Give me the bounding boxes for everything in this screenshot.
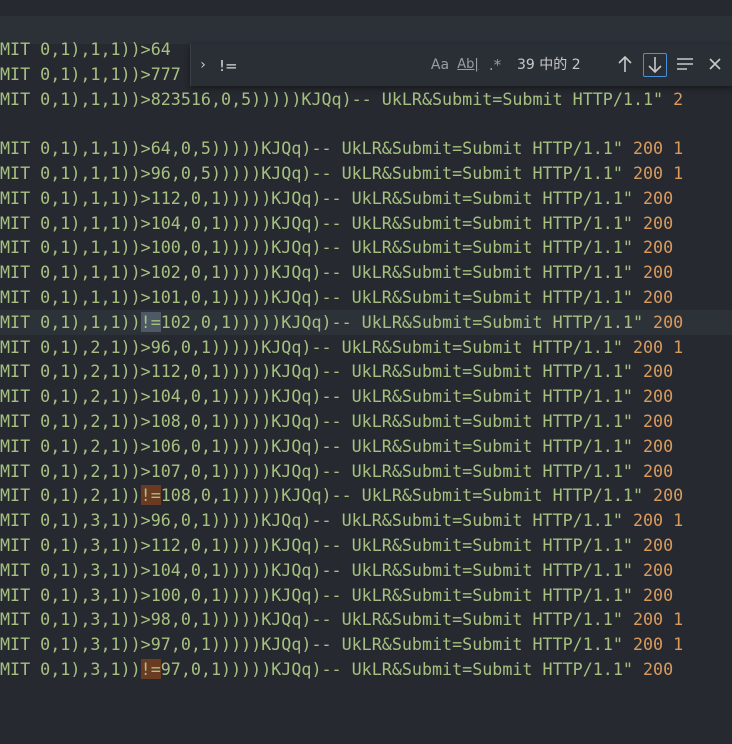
code-line: MIT 0,1),2,1))!=108,0,1)))))KJQq)-- UkLR… <box>0 483 683 508</box>
code-line: MIT 0,1),2,1))>96,0,1)))))KJQq)-- UkLR&S… <box>0 335 683 360</box>
search-match: != <box>140 311 161 332</box>
match-count: 39 中的 2 <box>517 57 581 73</box>
code-line: MIT 0,1),3,1))>98,0,1)))))KJQq)-- UkLR&S… <box>0 607 683 632</box>
chevron-right-icon[interactable]: › <box>195 54 211 76</box>
line-text: MIT 0,1),3,1))>112,0,1)))))KJQq)-- UkLR&… <box>0 535 643 555</box>
line-text: MIT 0,1),1,1))>64 <box>0 39 171 59</box>
code-line: MIT 0,1),1,1))>823516,0,5)))))KJQq)-- Uk… <box>0 87 683 112</box>
search-match: != <box>140 659 161 679</box>
code-line: MIT 0,1),3,1))!=97,0,1)))))KJQq)-- UkLR&… <box>0 657 673 682</box>
code-line: MIT 0,1),2,1))>104,0,1)))))KJQq)-- UkLR&… <box>0 384 673 409</box>
line-text: MIT 0,1),1,1))>104,0,1)))))KJQq)-- UkLR&… <box>0 212 643 233</box>
code-line: MIT 0,1),1,1))>100,0,1)))))KJQq)-- UkLR&… <box>0 235 673 260</box>
line-text: MIT 0,1),1,1))>101,0,1)))))KJQq)-- UkLR&… <box>0 287 643 307</box>
find-widget: › Aa Ab| .* 39 中的 2 <box>190 44 732 86</box>
status-code: 200 1 <box>632 510 684 531</box>
regex-toggle[interactable]: .* <box>485 55 505 75</box>
code-line: MIT 0,1),3,1))>96,0,1)))))KJQq)-- UkLR&S… <box>0 508 683 533</box>
code-line: MIT 0,1),2,1))>108,0,1)))))KJQq)-- UkLR&… <box>0 409 673 434</box>
code-line: MIT 0,1),1,1))>104,0,1)))))KJQq)-- UkLR&… <box>0 211 673 236</box>
line-text: MIT 0,1),2,1))>107,0,1)))))KJQq)-- UkLR&… <box>0 460 643 481</box>
code-line: MIT 0,1),1,1))>96,0,5)))))KJQq)-- UkLR&S… <box>0 161 683 186</box>
close-icon[interactable] <box>703 53 727 77</box>
code-line: MIT 0,1),1,1))!=102,0,1)))))KJQq)-- UkLR… <box>0 309 732 335</box>
match-case-toggle[interactable]: Aa <box>429 55 451 75</box>
line-text: 97,0,1)))))KJQq)-- UkLR&Submit=Submit HT… <box>160 659 643 679</box>
whole-word-toggle[interactable]: Ab| <box>456 55 480 75</box>
line-text: MIT 0,1),3,1))>98,0,1)))))KJQq)-- UkLR&S… <box>0 609 633 630</box>
status-code: 200 <box>653 485 684 506</box>
line-text: MIT 0,1),3,1))>96,0,1)))))KJQq)-- UkLR&S… <box>0 510 633 531</box>
status-code: 200 1 <box>632 138 684 159</box>
status-code: 200 <box>643 212 674 233</box>
line-text: MIT 0,1),2,1))>106,0,1)))))KJQq)-- UkLR&… <box>0 435 643 456</box>
code-line: MIT 0,1),3,1))>112,0,1)))))KJQq)-- UkLR&… <box>0 533 673 558</box>
status-code: 200 1 <box>632 609 684 630</box>
line-text: MIT 0,1),1,1))>102,0,1)))))KJQq)-- UkLR&… <box>0 262 643 283</box>
line-text: MIT 0,1),1,1))>823516,0,5)))))KJQq)-- Uk… <box>0 88 674 109</box>
status-code: 200 <box>653 311 684 332</box>
status-code: 200 <box>643 386 674 407</box>
status-code: 200 <box>643 187 674 208</box>
line-text: 102,0,1)))))KJQq)-- UkLR&Submit=Submit H… <box>160 311 654 332</box>
line-text: MIT 0,1),2,1))>96,0,1)))))KJQq)-- UkLR&S… <box>0 336 633 357</box>
code-line: MIT 0,1),1,1))>64 <box>0 37 171 62</box>
code-line: MIT 0,1),2,1))>112,0,1)))))KJQq)-- UkLR&… <box>0 359 673 384</box>
code-line: MIT 0,1),1,1))>101,0,1)))))KJQq)-- UkLR&… <box>0 285 673 310</box>
code-line: MIT 0,1),1,1))>777 <box>0 62 181 87</box>
code-line: MIT 0,1),2,1))>106,0,1)))))KJQq)-- UkLR&… <box>0 434 673 459</box>
status-code: 200 <box>643 659 674 679</box>
line-text: MIT 0,1),3,1))>104,0,1)))))KJQq)-- UkLR&… <box>0 559 643 580</box>
arrow-up-icon[interactable] <box>613 53 637 77</box>
code-line: MIT 0,1),1,1))>64,0,5)))))KJQq)-- UkLR&S… <box>0 136 683 161</box>
line-text: MIT 0,1),2,1))>104,0,1)))))KJQq)-- UkLR&… <box>0 386 643 407</box>
line-text: 108,0,1)))))KJQq)-- UkLR&Submit=Submit H… <box>160 485 654 506</box>
code-line: MIT 0,1),1,1))>112,0,1)))))KJQq)-- UkLR&… <box>0 186 673 211</box>
line-text: MIT 0,1),1,1))>777 <box>0 63 181 84</box>
line-text: MIT 0,1),1,1))>96,0,5)))))KJQq)-- UkLR&S… <box>0 163 633 183</box>
title-bar <box>0 0 732 16</box>
status-code: 200 <box>643 262 674 283</box>
status-code: 200 1 <box>632 634 684 655</box>
status-code: 200 1 <box>632 336 684 357</box>
code-line: MIT 0,1),2,1))>107,0,1)))))KJQq)-- UkLR&… <box>0 459 673 484</box>
line-text: MIT 0,1),1,1))>100,0,1)))))KJQq)-- UkLR&… <box>0 237 643 258</box>
status-code: 200 <box>643 435 674 456</box>
code-line: MIT 0,1),3,1))>104,0,1)))))KJQq)-- UkLR&… <box>0 558 673 583</box>
line-text: MIT 0,1),1,1))>112,0,1)))))KJQq)-- UkLR&… <box>0 187 643 208</box>
line-text: MIT 0,1),1,1)) <box>0 311 141 332</box>
search-match: != <box>140 485 161 506</box>
status-code: 200 <box>643 559 674 580</box>
editor-text-area[interactable]: MIT 0,1),1,1))>64 MIT 0,1),1,1))>777 MIT 0… <box>0 37 732 744</box>
status-code: 200 <box>643 237 674 258</box>
line-text: MIT 0,1),2,1))>108,0,1)))))KJQq)-- UkLR&… <box>0 411 643 431</box>
status-code: 2 <box>673 88 684 109</box>
status-code: 200 <box>643 535 674 555</box>
status-code: 200 <box>643 361 674 382</box>
code-line: MIT 0,1),1,1))>102,0,1)))))KJQq)-- UkLR&… <box>0 260 673 285</box>
line-text: MIT 0,1),3,1))>97,0,1)))))KJQq)-- UkLR&S… <box>0 634 633 655</box>
status-code: 200 <box>643 411 674 431</box>
status-code: 200 <box>643 287 674 307</box>
code-line: MIT 0,1),3,1))>97,0,1)))))KJQq)-- UkLR&S… <box>0 632 683 657</box>
lines-icon[interactable] <box>673 53 697 77</box>
status-code: 200 <box>643 460 674 481</box>
status-code: 200 <box>643 584 674 605</box>
line-text: MIT 0,1),2,1)) <box>0 485 141 506</box>
status-code: 200 1 <box>632 163 684 183</box>
line-text: MIT 0,1),1,1))>64,0,5)))))KJQq)-- UkLR&S… <box>0 138 633 159</box>
arrow-down-icon[interactable] <box>643 53 667 77</box>
line-text: MIT 0,1),3,1))>100,0,1)))))KJQq)-- UkLR&… <box>0 584 643 605</box>
line-text: MIT 0,1),3,1)) <box>0 659 141 679</box>
line-text: MIT 0,1),2,1))>112,0,1)))))KJQq)-- UkLR&… <box>0 361 643 382</box>
code-line: MIT 0,1),3,1))>100,0,1)))))KJQq)-- UkLR&… <box>0 583 673 608</box>
